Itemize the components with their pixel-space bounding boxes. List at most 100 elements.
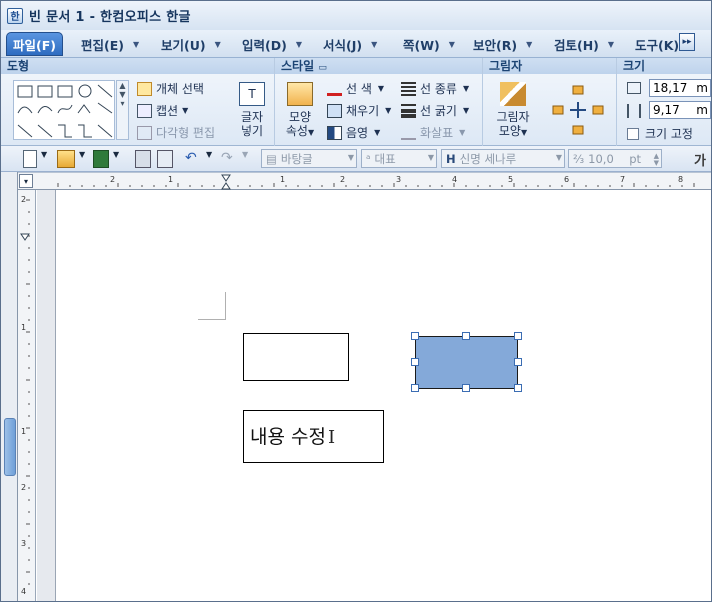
line-type-button[interactable]: 선 종류 ▼ bbox=[401, 80, 469, 97]
font-icon: H bbox=[446, 151, 456, 166]
resize-handle[interactable] bbox=[411, 358, 419, 366]
ruler-label: 3 bbox=[396, 175, 401, 184]
chevron-down-icon: ▼ bbox=[385, 106, 392, 115]
line-color-button[interactable]: 선 색 ▼ bbox=[327, 80, 384, 97]
font-size-field[interactable]: ⅔ 10,0 pt ▲ ▼ bbox=[568, 149, 662, 168]
bold-button[interactable]: 가 bbox=[694, 150, 706, 169]
line-thickness-icon bbox=[401, 103, 416, 118]
lock-size-checkbox[interactable]: 크기 고정 bbox=[627, 125, 693, 142]
shape-properties-button[interactable]: 모양 속성▼ bbox=[283, 82, 317, 140]
arrow-style-button[interactable]: 화살표 ▼ bbox=[401, 124, 465, 141]
open-folder-icon[interactable] bbox=[57, 150, 75, 168]
resize-handle[interactable] bbox=[514, 384, 522, 392]
insert-textbox-button[interactable]: T 글자 넣기 bbox=[233, 82, 271, 138]
chevron-down-icon: ▼ bbox=[214, 39, 221, 49]
left-ruler-strip bbox=[0, 172, 18, 602]
chevron-down-icon: ▼ bbox=[374, 128, 381, 137]
fill-button[interactable]: 채우기 ▼ bbox=[327, 102, 391, 119]
resize-handle[interactable] bbox=[462, 332, 470, 340]
tab-file[interactable]: 파일(F) bbox=[6, 32, 63, 56]
rectangle-shape[interactable] bbox=[243, 333, 349, 381]
print-preview-icon[interactable] bbox=[157, 150, 173, 168]
spinner-icon[interactable]: ▲ ▼ bbox=[654, 153, 659, 167]
chevron-down-icon: ▼ bbox=[427, 153, 434, 162]
tab-edit[interactable]: 편집(E) ▼ bbox=[81, 34, 139, 54]
checkbox-icon bbox=[627, 127, 639, 140]
chevron-down-icon[interactable]: ▼ bbox=[79, 150, 87, 168]
tab-security[interactable]: 보안(R) ▼ bbox=[473, 34, 532, 54]
ruler-label: 1 bbox=[168, 175, 173, 184]
shadow-direction-icon bbox=[552, 85, 604, 135]
shadow-shape-button[interactable]: 그림자 모양▼ bbox=[489, 82, 537, 140]
ruler-label: 1 bbox=[21, 427, 26, 436]
tab-insert[interactable]: 입력(D) ▼ bbox=[242, 34, 302, 54]
chevron-down-icon: ▼ bbox=[307, 128, 315, 137]
shadow-direction-pad[interactable] bbox=[549, 84, 609, 140]
chevron-down-icon[interactable]: ▼ bbox=[41, 150, 49, 168]
chevron-down-icon: ▼ bbox=[526, 39, 533, 49]
text-box-content[interactable]: 내용 수정 bbox=[250, 426, 326, 448]
line-thickness-button[interactable]: 선 굵기 ▼ bbox=[401, 102, 469, 119]
tab-view[interactable]: 보기(U) ▼ bbox=[161, 34, 221, 54]
vruler-ticks: 2 1 1 2 3 4 bbox=[20, 195, 30, 596]
tab-page[interactable]: 쪽(W) ▼ bbox=[403, 34, 455, 54]
caption-button[interactable]: 캡션 ▼ bbox=[137, 102, 188, 119]
tab-review[interactable]: 검토(H) ▼ bbox=[554, 34, 614, 54]
select-object-button[interactable]: 개체 선택 bbox=[137, 80, 204, 97]
paragraph-style-icon: ▤ bbox=[266, 151, 277, 166]
ruler-label: 4 bbox=[452, 175, 457, 184]
ruler-toggle-icon[interactable]: ▾ bbox=[19, 174, 33, 188]
shape-gallery-scrollbar[interactable]: ▲ ▼ ▾ bbox=[116, 80, 129, 140]
ruler-label: 2 bbox=[340, 175, 345, 184]
chevron-down-icon: ▼ bbox=[607, 39, 615, 49]
chevron-down-icon: ▼ bbox=[462, 106, 470, 115]
indent-marker-icon bbox=[221, 182, 231, 190]
resize-handle[interactable] bbox=[514, 358, 522, 366]
undo-icon[interactable]: ↶ bbox=[185, 150, 201, 168]
text-box-shape[interactable]: 내용 수정 I bbox=[243, 410, 384, 463]
polygon-edit-button[interactable]: 다각형 편집 bbox=[137, 124, 215, 141]
more-tabs-icon[interactable]: ▸▸ bbox=[679, 33, 695, 51]
resize-handle[interactable] bbox=[462, 384, 470, 392]
resize-handle[interactable] bbox=[411, 384, 419, 392]
redo-icon[interactable]: ↷ bbox=[221, 150, 237, 168]
tab-format[interactable]: 서식(J) ▼ bbox=[323, 34, 377, 54]
title-bar: 한 빈 문서 1 - 한컴오피스 한글 bbox=[0, 0, 712, 30]
caption-icon bbox=[137, 103, 152, 118]
chevron-down-icon: ▼ bbox=[459, 128, 466, 137]
resize-handle[interactable] bbox=[514, 332, 522, 340]
new-document-icon[interactable] bbox=[23, 150, 37, 168]
ruler-label: 6 bbox=[564, 175, 569, 184]
chevron-down-icon[interactable]: ▼ bbox=[206, 150, 214, 168]
vertical-ruler[interactable]: 2 1 1 2 3 4 bbox=[18, 190, 36, 602]
select-object-icon bbox=[137, 81, 152, 96]
width-field[interactable]: 18,17 m bbox=[649, 79, 711, 97]
arrow-icon bbox=[401, 126, 416, 140]
selected-rectangle-shape[interactable] bbox=[415, 336, 518, 389]
chevron-down-icon: ▼ bbox=[132, 39, 140, 49]
chevron-down-icon: ▼ bbox=[377, 84, 385, 93]
language-combo[interactable]: ᵃ 대표 ▼ bbox=[361, 149, 437, 168]
chevron-down-icon[interactable]: ▼ bbox=[113, 150, 121, 168]
shading-button[interactable]: 음영 ▼ bbox=[327, 124, 380, 141]
hwp-app-icon[interactable]: 한 bbox=[7, 7, 23, 24]
style-group: 스타일 ▭ 모양 속성▼ 선 색 ▼ 채우기 ▼ 음영 ▼ 선 종류 ▼ 선 굵기 ▼ 화… bbox=[275, 58, 483, 146]
print-icon[interactable] bbox=[135, 150, 151, 168]
indent-marker-icon bbox=[221, 174, 231, 182]
side-panel-tab[interactable] bbox=[4, 418, 16, 476]
font-combo[interactable]: H 신명 세나루 ▼ bbox=[441, 149, 565, 168]
tab-tools[interactable]: 도구(K) bbox=[635, 34, 679, 54]
horizontal-ruler[interactable]: 2 1 1 2 3 4 5 6 7 8 bbox=[18, 172, 712, 190]
resize-handle[interactable] bbox=[411, 332, 419, 340]
shape-gallery[interactable] bbox=[13, 80, 115, 140]
height-field[interactable]: 9,17 m bbox=[649, 101, 711, 119]
chevron-down-icon: ▼ bbox=[448, 39, 455, 49]
document-page[interactable] bbox=[55, 190, 712, 602]
save-icon[interactable] bbox=[93, 150, 109, 168]
chevron-down-icon[interactable]: ▼ bbox=[242, 150, 250, 168]
fill-bucket-icon bbox=[327, 103, 342, 118]
expand-icon[interactable]: ▭ bbox=[318, 63, 327, 73]
style-combo[interactable]: ▤ 바탕글 ▼ bbox=[261, 149, 357, 168]
shadow-group: 그림자 그림자 모양▼ bbox=[483, 58, 617, 146]
pen-icon bbox=[327, 82, 342, 96]
